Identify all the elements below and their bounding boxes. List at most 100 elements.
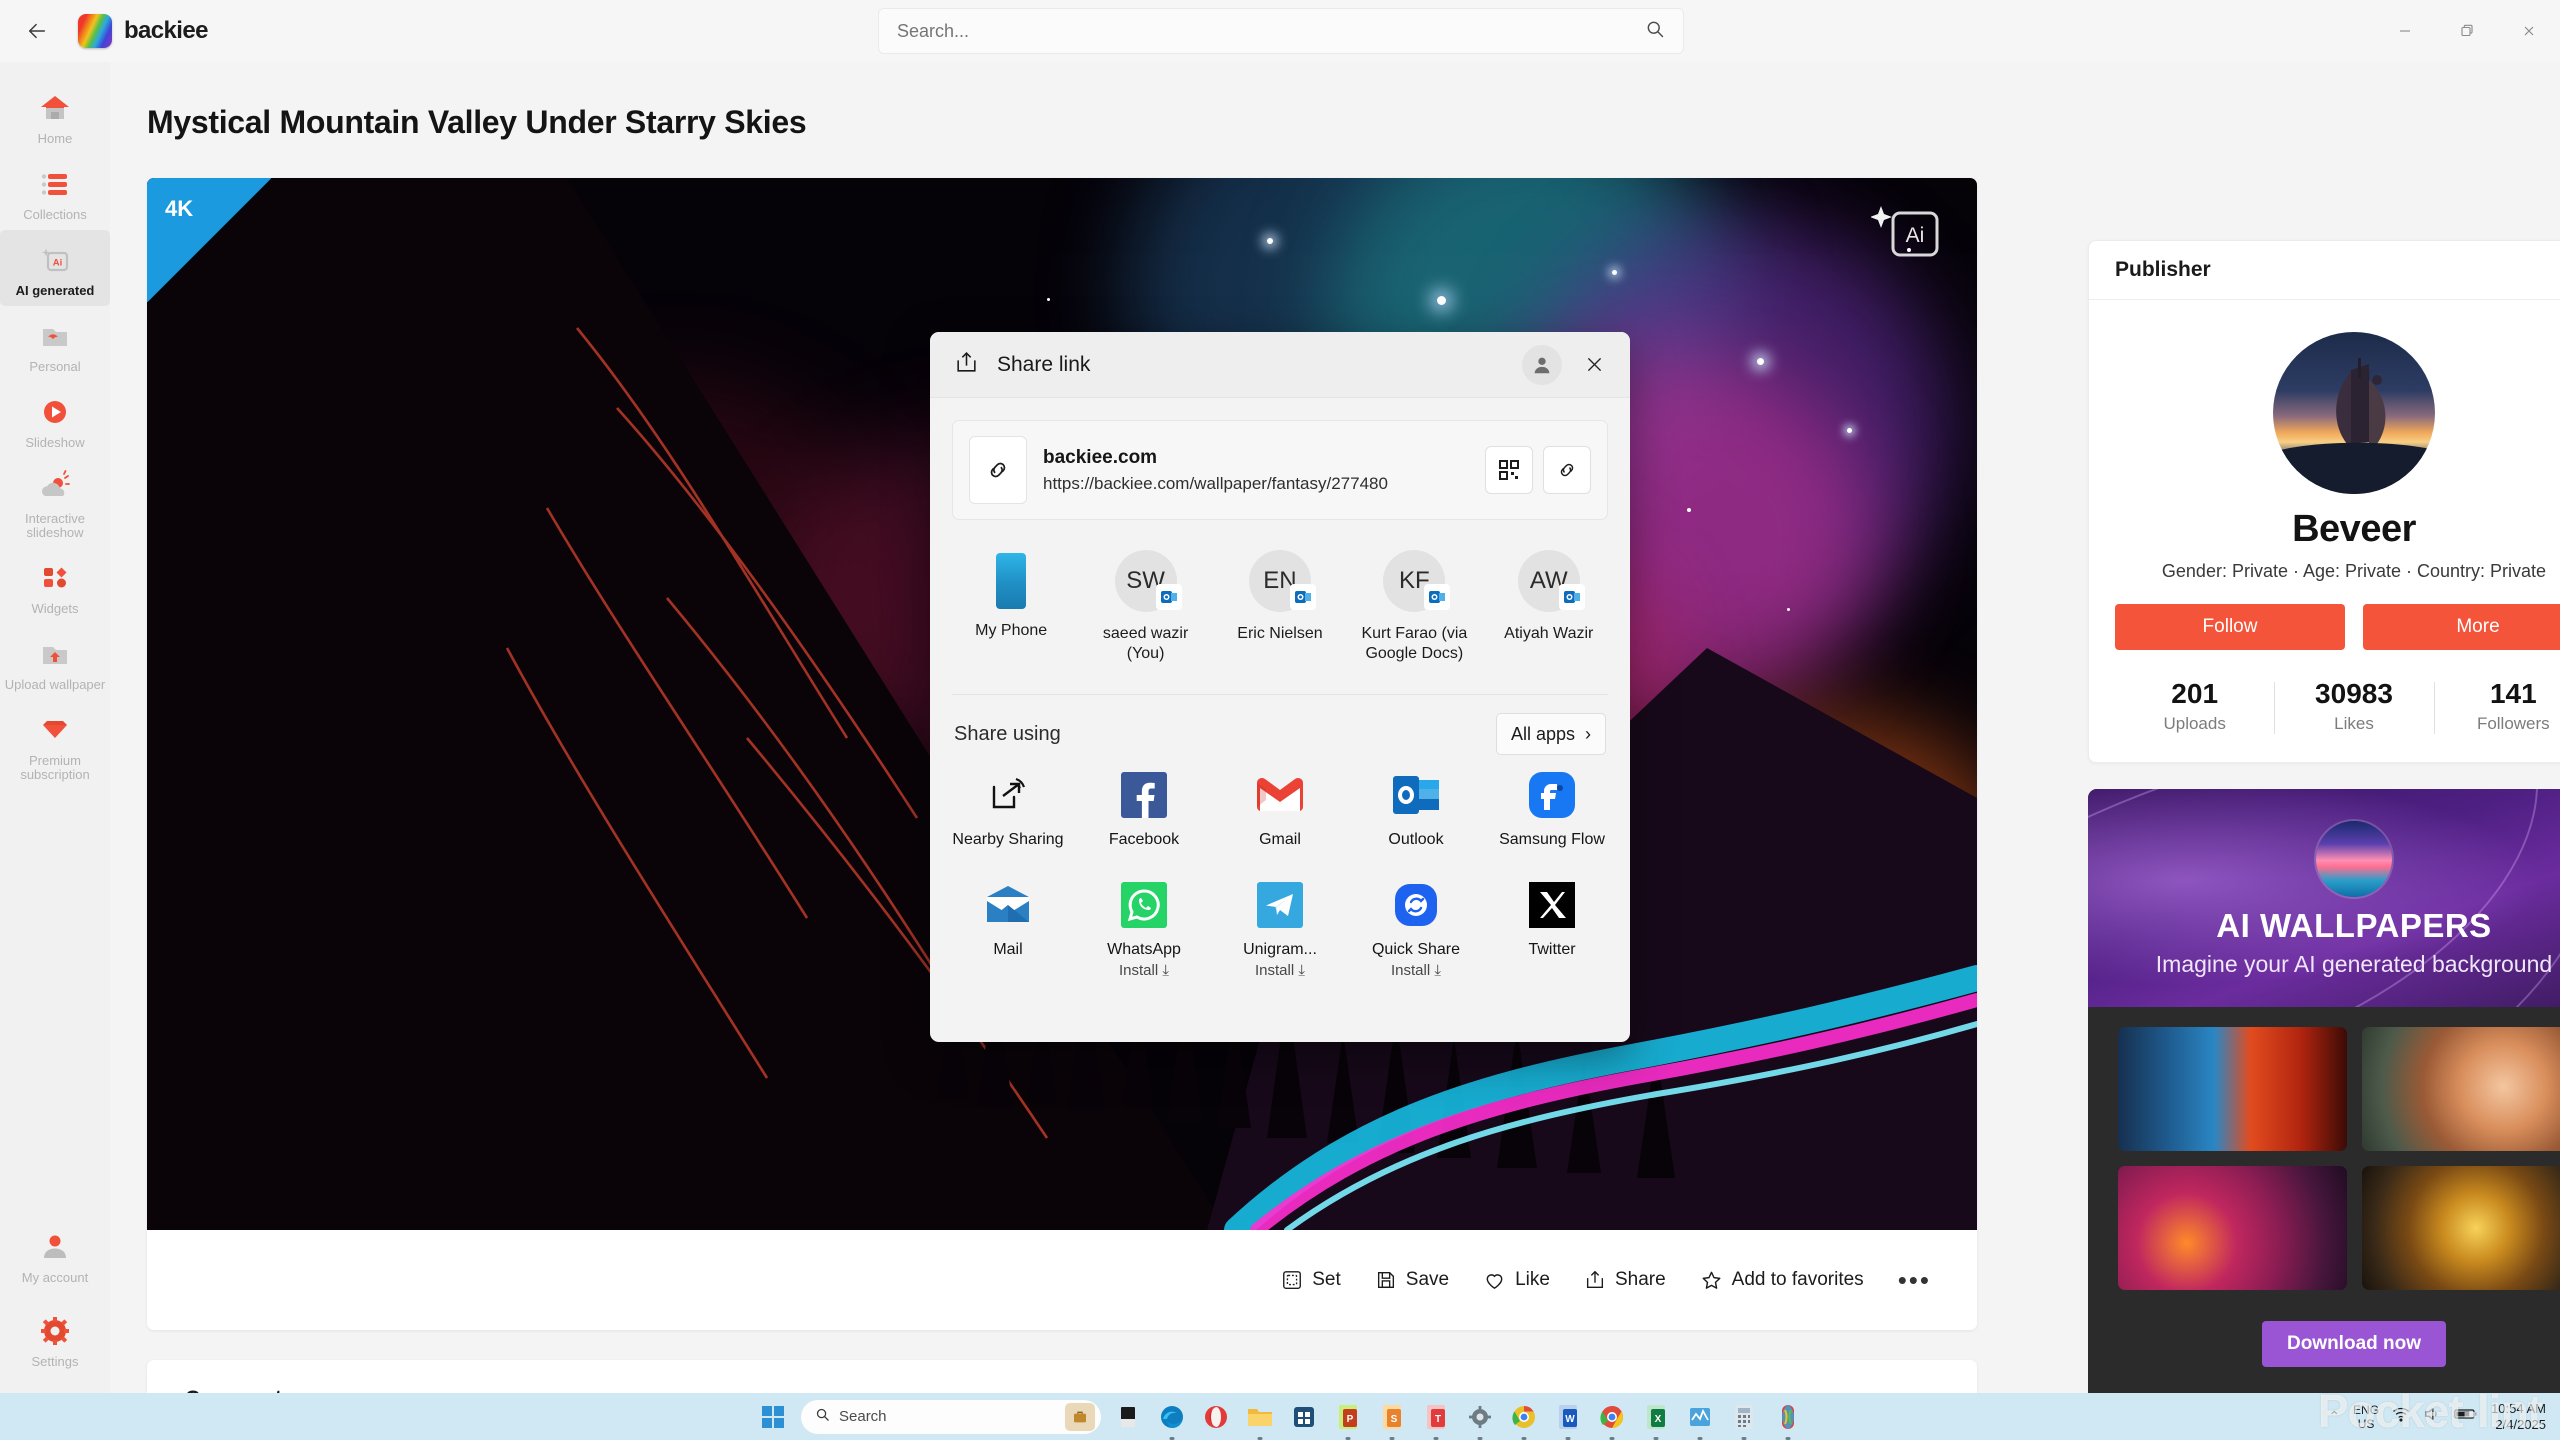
sidebar-item-collections[interactable]: Collections bbox=[0, 154, 110, 230]
share-contact-kurt-farao[interactable]: KF Kurt Farao (via Google Docs) bbox=[1352, 550, 1476, 664]
upload-wallpaper-icon bbox=[35, 634, 75, 674]
clock-date: 2/4/2025 bbox=[2495, 1416, 2546, 1432]
settings-gear-icon bbox=[35, 1311, 75, 1351]
language-indicator[interactable]: ENG US bbox=[2353, 1403, 2379, 1431]
sidebar-item-widgets[interactable]: Widgets bbox=[0, 548, 110, 624]
close-icon[interactable] bbox=[1572, 345, 1616, 385]
ai-badge: Ai bbox=[1871, 202, 1943, 264]
search-icon bbox=[815, 1407, 830, 1427]
task-manager-icon[interactable] bbox=[1683, 1400, 1717, 1434]
word-icon[interactable]: W bbox=[1551, 1400, 1585, 1434]
search-input[interactable]: Search... bbox=[878, 8, 1684, 54]
sidebar-item-slideshow[interactable]: Slideshow bbox=[0, 382, 110, 458]
ad-thumb-red-haired-girl[interactable] bbox=[2361, 1027, 2560, 1151]
excel-icon[interactable]: X bbox=[1639, 1400, 1673, 1434]
heart-icon bbox=[1486, 1273, 1503, 1289]
windows-start-icon[interactable] bbox=[755, 1399, 791, 1435]
app-install-label[interactable]: Install ⤓ bbox=[1216, 962, 1344, 979]
battery-icon[interactable] bbox=[2454, 1406, 2478, 1427]
app-install-label[interactable]: Install ⤓ bbox=[1352, 962, 1480, 979]
share-app-mail[interactable]: Mail bbox=[944, 879, 1072, 979]
contact-name: Eric Nielsen bbox=[1237, 625, 1323, 642]
qr-code-icon[interactable] bbox=[1485, 446, 1533, 494]
microsoft-store-icon[interactable] bbox=[1287, 1400, 1321, 1434]
minimize-button[interactable] bbox=[2374, 0, 2436, 62]
facebook-icon bbox=[1118, 769, 1170, 821]
ad-thumb-burning-blossom-tree[interactable] bbox=[2118, 1166, 2347, 1290]
brand[interactable]: backiee bbox=[78, 14, 208, 48]
share-app-outlook[interactable]: Outlook bbox=[1352, 769, 1480, 849]
ai-wallpapers-ad[interactable]: AI WALLPAPERS Imagine your AI generated … bbox=[2088, 789, 2560, 1401]
title-bar: backiee Search... bbox=[0, 0, 2560, 62]
share-app-whatsapp[interactable]: WhatsApp Install ⤓ bbox=[1080, 879, 1208, 979]
ad-thumbnail-grid bbox=[2118, 1027, 2560, 1290]
briefcase-icon[interactable] bbox=[1065, 1402, 1095, 1431]
close-button[interactable] bbox=[2498, 0, 2560, 62]
share-button[interactable]: Share bbox=[1584, 1269, 1666, 1291]
sidebar-item-my-account[interactable]: My account bbox=[0, 1217, 110, 1293]
quick-share-icon bbox=[1390, 879, 1442, 931]
sidebar-item-upload-wallpaper[interactable]: Upload wallpaper bbox=[0, 624, 110, 700]
share-app-gmail[interactable]: Gmail bbox=[1216, 769, 1344, 849]
set-wallpaper-button[interactable]: Set bbox=[1281, 1269, 1341, 1291]
svg-text:T: T bbox=[1435, 1414, 1441, 1425]
share-contact-my-phone[interactable]: My Phone bbox=[949, 550, 1073, 664]
share-app-facebook[interactable]: Facebook bbox=[1080, 769, 1208, 849]
taskbar-search-input[interactable]: Search bbox=[801, 1399, 1101, 1434]
share-contact-saeed-wazir[interactable]: SW saeed wazir (You) bbox=[1084, 550, 1208, 664]
personal-folder-icon bbox=[35, 316, 75, 356]
edge-icon[interactable] bbox=[1155, 1400, 1189, 1434]
wifi-icon[interactable] bbox=[2392, 1405, 2410, 1428]
like-button[interactable]: Like bbox=[1483, 1269, 1550, 1292]
save-button[interactable]: Save bbox=[1375, 1269, 1449, 1291]
sidebar-item-personal[interactable]: Personal bbox=[0, 306, 110, 382]
app-name: Samsung Flow bbox=[1499, 831, 1605, 848]
avatar[interactable] bbox=[2273, 332, 2435, 494]
share-app-twitter[interactable]: Twitter bbox=[1488, 879, 1616, 979]
share-app-samsung-flow[interactable]: Samsung Flow bbox=[1488, 769, 1616, 849]
sidebar-item-home[interactable]: Home bbox=[0, 78, 110, 154]
backiee-icon[interactable] bbox=[1771, 1400, 1805, 1434]
sidebar-item-settings[interactable]: Settings bbox=[0, 1301, 110, 1377]
app-install-label[interactable]: Install ⤓ bbox=[1080, 962, 1208, 979]
chevron-up-icon[interactable]: ⌃ bbox=[2328, 1408, 2340, 1425]
copy-link-icon[interactable] bbox=[1543, 446, 1591, 494]
share-app-quick-share[interactable]: Quick Share Install ⤓ bbox=[1352, 879, 1480, 979]
calculator-icon[interactable] bbox=[1727, 1400, 1761, 1434]
share-contact-eric-nielsen[interactable]: EN Eric Nielsen bbox=[1218, 550, 1342, 664]
person-icon[interactable] bbox=[1522, 344, 1562, 385]
follow-button[interactable]: Follow bbox=[2115, 604, 2345, 650]
clock[interactable]: 10:54 AM 2/4/2025 bbox=[2491, 1401, 2546, 1433]
volume-icon[interactable] bbox=[2423, 1405, 2441, 1428]
settings-gear-icon[interactable] bbox=[1463, 1400, 1497, 1434]
share-app-nearby-sharing[interactable]: Nearby Sharing bbox=[944, 769, 1072, 849]
contact-name: My Phone bbox=[975, 622, 1048, 639]
ad-thumb-anime-duel[interactable] bbox=[2118, 1027, 2347, 1151]
sidebar-item-premium-subscription[interactable]: Premium subscription bbox=[0, 700, 110, 790]
opera-icon[interactable] bbox=[1199, 1400, 1233, 1434]
back-arrow-icon[interactable] bbox=[14, 8, 60, 54]
action-label: Save bbox=[1405, 1269, 1450, 1290]
samsung-notes-icon[interactable]: S bbox=[1375, 1400, 1409, 1434]
set-wallpaper-icon bbox=[1283, 1271, 1302, 1289]
share-app-unigram[interactable]: Unigram... Install ⤓ bbox=[1216, 879, 1344, 979]
svg-text:Ai: Ai bbox=[53, 258, 63, 269]
add-to-favorites-button[interactable]: Add to favorites bbox=[1700, 1269, 1864, 1292]
chrome-icon[interactable] bbox=[1595, 1400, 1629, 1434]
maximize-button[interactable] bbox=[2436, 0, 2498, 62]
teams-icon[interactable]: T bbox=[1419, 1400, 1453, 1434]
download-now-button[interactable]: Download now bbox=[2262, 1321, 2446, 1367]
chrome-canary-icon[interactable] bbox=[1507, 1400, 1541, 1434]
sidebar-item-interactive-slideshow[interactable]: Interactive slideshow bbox=[0, 458, 110, 548]
sidebar-item-ai-generated[interactable]: Ai AI generated bbox=[0, 230, 110, 306]
file-explorer-icon[interactable] bbox=[1243, 1400, 1277, 1434]
taskbar-app-dark[interactable] bbox=[1111, 1400, 1145, 1434]
powerpoint-icon[interactable]: P bbox=[1331, 1400, 1365, 1434]
more-options-button[interactable]: ••• bbox=[1898, 1265, 1931, 1296]
more-button[interactable]: More bbox=[2363, 604, 2560, 650]
all-apps-button[interactable]: All apps › bbox=[1495, 713, 1606, 755]
action-label: Add to favorites bbox=[1731, 1269, 1864, 1290]
ad-thumb-golden-armored-soldier[interactable] bbox=[2361, 1166, 2560, 1290]
share-contact-atiyah-wazir[interactable]: AW Atiyah Wazir bbox=[1487, 550, 1611, 664]
right-rail: Publisher Beveer Gender: Private · Age: … bbox=[2088, 240, 2560, 1401]
